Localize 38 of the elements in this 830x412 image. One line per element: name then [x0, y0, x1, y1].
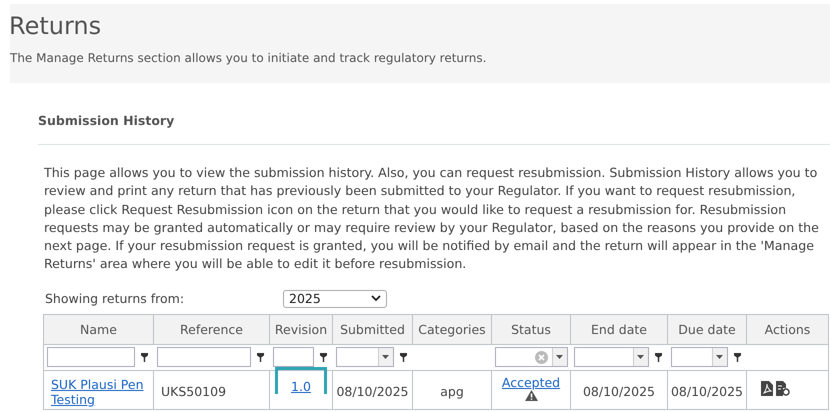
column-header[interactable]: Revision: [270, 314, 332, 344]
filter-input[interactable]: [272, 347, 314, 368]
column-header[interactable]: Reference: [154, 314, 270, 344]
column-header[interactable]: Status: [492, 314, 570, 344]
table-cell-text: 08/10/2025: [582, 382, 656, 399]
filter-icon[interactable]: [320, 352, 326, 362]
filter-icon[interactable]: [400, 352, 406, 362]
year-filter-label: Showing returns from:: [45, 291, 186, 306]
table-link[interactable]: 1.0: [291, 378, 311, 394]
pdf-icon[interactable]: [761, 380, 773, 396]
column-header[interactable]: End date: [570, 314, 668, 344]
caret-icon: [382, 355, 389, 360]
column-header[interactable]: Categories: [412, 314, 492, 344]
table-cell-text: UKS50109: [161, 382, 226, 399]
filter-icon[interactable]: [654, 352, 662, 362]
table-cell-text: 08/10/2025: [336, 382, 409, 399]
table-cell-text: apg: [440, 382, 464, 399]
page-subtitle: The Manage Returns section allows you to initiate and track regulatory returns.: [10, 51, 488, 65]
year-select[interactable]: 2025: [283, 290, 387, 308]
column-header[interactable]: Submitted: [332, 314, 412, 344]
column-header[interactable]: Name: [44, 314, 154, 344]
chevron-icon: [371, 295, 381, 302]
section-description: This page allows you to view the submission history. Also, you can request resubmission. Submission History allows you to review and print any return that has previously been submitted to your Regulator. If you want to request resubmission, please click Request Resubmission icon on the return that you would like to request a resubmission for. Resubmission requests may be granted automatically or may require review by your Regulator, based on the reasons you provide on the next page. If your resubmission request is granted, you will be notified by email and the return will appear in the 'Manage Returns' area where you will be able to edit it before resubmission.: [44, 164, 820, 274]
filter-input[interactable]: [47, 347, 134, 368]
filter-icon[interactable]: [140, 352, 148, 362]
column-header[interactable]: Actions: [746, 314, 828, 344]
caret-icon: [716, 355, 723, 360]
resubmit-icon[interactable]: [776, 380, 790, 396]
caret-icon: [556, 355, 563, 360]
column-header[interactable]: Due date: [668, 314, 746, 344]
table-cell-text: 08/10/2025: [670, 382, 744, 399]
filter-icon[interactable]: [256, 352, 264, 362]
filter-input[interactable]: [156, 347, 250, 368]
filter-icon[interactable]: [734, 352, 740, 362]
section-title: Submission History: [38, 113, 176, 129]
caret-icon: [637, 355, 644, 360]
page-title: Returns: [9, 12, 102, 40]
warning-icon: [524, 390, 538, 401]
